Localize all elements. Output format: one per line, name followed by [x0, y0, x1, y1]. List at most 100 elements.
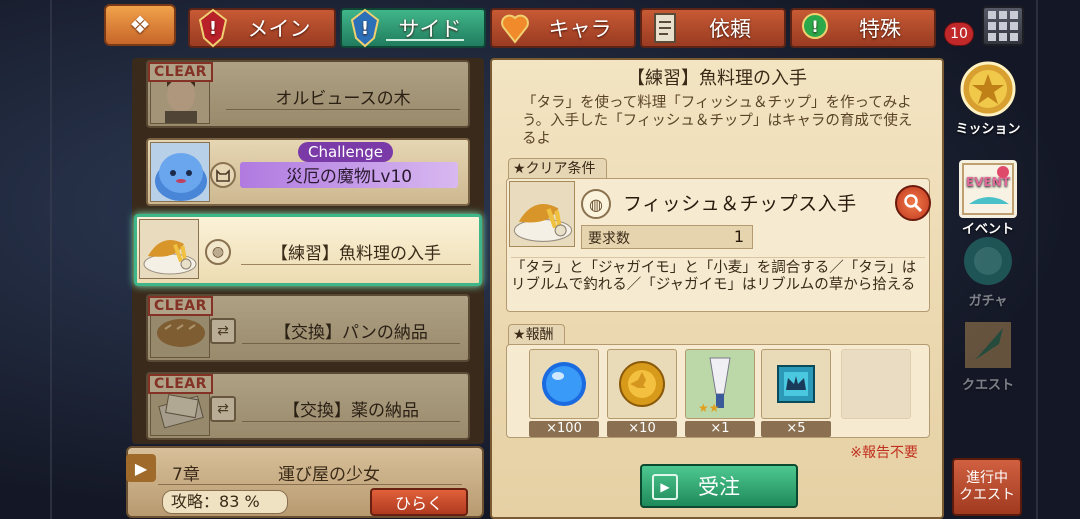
blue-orb-icon: [542, 362, 586, 406]
quill-icon: [959, 316, 1017, 374]
required-label: 要求数: [588, 231, 630, 247]
reward-item[interactable]: [761, 349, 831, 419]
ornament-arrow-icon: ❖: [129, 11, 151, 39]
reward-item[interactable]: [529, 349, 599, 419]
quest-title: 災厄の魔物Lv10: [240, 162, 458, 188]
frame-ornament-right: [1036, 0, 1076, 519]
quest-item[interactable]: CLEAR ⇄ 【交換】パンの納品: [146, 294, 470, 362]
required-value: 1: [733, 227, 744, 246]
play-arrow-icon: ▶: [126, 454, 156, 482]
quest-item[interactable]: CLEAR オルビュースの木: [146, 60, 470, 128]
quest-title: 【交換】パンの納品: [242, 318, 460, 344]
star-icon: ★: [513, 327, 526, 343]
clear-condition-label: クリア条件: [525, 161, 596, 177]
reward-box: ×100 ×10 ★★ ×1 ×5: [506, 344, 930, 438]
progress-value: 83 %: [219, 492, 260, 511]
event-button[interactable]: EVENT イベント: [950, 160, 1026, 237]
quest-title: 【練習】魚料理の入手: [241, 239, 471, 265]
detail-description: 「タラ」を使って料理「フィッシュ＆チップ」を作ってみよう。入手した「フィッシュ＆…: [522, 95, 913, 147]
play-icon: ▶: [652, 474, 678, 500]
quest-item-challenge[interactable]: Challenge 災厄の魔物Lv10: [146, 138, 470, 206]
tab-chara[interactable]: キャラ: [490, 8, 636, 48]
notification-badge: 10: [944, 22, 974, 46]
document-icon: [648, 6, 682, 50]
fish-chips-thumbnail: [139, 219, 199, 279]
divider: [158, 484, 462, 485]
detail-title: 【練習】魚料理の入手: [627, 68, 807, 89]
sidebar-label: ミッション: [955, 122, 1021, 137]
in-progress-label-line1: 進行中: [966, 470, 1008, 486]
quest-item[interactable]: CLEAR ⇄ 【交換】薬の納品: [146, 372, 470, 440]
progress-label: 攻略：: [171, 492, 220, 511]
exchange-icon: ⇄: [210, 318, 236, 344]
gacha-button[interactable]: ガチャ: [950, 232, 1026, 309]
alert-icon: !: [348, 6, 382, 50]
reward-quantity: ×100: [529, 421, 599, 437]
slime-thumbnail: [150, 142, 210, 202]
chapter-number: 7章: [172, 465, 200, 485]
tab-label: メイン: [247, 17, 311, 41]
accept-label: 受注: [698, 475, 740, 499]
reward-header: ★報酬: [508, 324, 565, 346]
star-icon: ★: [513, 161, 526, 177]
tab-request[interactable]: 依頼: [640, 8, 786, 48]
frame-ornament-left: [50, 0, 90, 519]
event-icon: EVENT: [959, 160, 1017, 218]
svg-text:!: !: [811, 17, 818, 36]
quest-title: オルビュースの木: [226, 84, 460, 110]
alert-icon: !: [798, 6, 832, 50]
in-progress-label-line2: クエスト: [959, 487, 1015, 503]
exchange-icon: ⇄: [210, 396, 236, 422]
svg-text:!: !: [361, 18, 369, 39]
quest-item-selected[interactable]: ◍ 【練習】魚料理の入手: [134, 214, 482, 286]
quest-detail-panel: 【練習】魚料理の入手 「タラ」を使って料理「フィッシュ＆チップ」を作ってみよう。…: [490, 58, 944, 519]
challenge-badge: Challenge: [298, 142, 393, 162]
tab-special[interactable]: ! 特殊: [790, 8, 936, 48]
condition-text: フィッシュ＆チップス入手: [623, 193, 857, 215]
tab-label: 依頼: [709, 17, 751, 41]
tab-label: キャラ: [548, 17, 612, 41]
crown-card-icon: [777, 365, 815, 403]
sidebar-label: ガチャ: [968, 294, 1008, 309]
reward-item[interactable]: ★★: [685, 349, 755, 419]
clear-badge: CLEAR: [148, 296, 213, 316]
chapter-name: 運び屋の少女: [278, 465, 380, 485]
reward-quantity: ×1: [685, 421, 755, 437]
tab-side[interactable]: ! サイド: [340, 8, 486, 48]
tab-main[interactable]: ! メイン: [188, 8, 336, 48]
reward-slot-empty: [841, 349, 911, 419]
chapter-footer: ▶ 7章 運び屋の少女 攻略：83 % ひらく: [126, 446, 484, 518]
open-chapter-button[interactable]: ひらく: [370, 488, 468, 516]
tab-label: 特殊: [859, 17, 901, 41]
svg-text:!: !: [209, 18, 217, 39]
feather-weapon-icon: ★★: [698, 357, 731, 414]
reward-label: 報酬: [525, 327, 554, 343]
reward-quantity: ×10: [607, 421, 677, 437]
required-count-row: 要求数 1: [581, 225, 753, 249]
reward-item[interactable]: [607, 349, 677, 419]
accept-button[interactable]: ▶ 受注: [640, 464, 798, 508]
quest-title: 【交換】薬の納品: [242, 396, 460, 422]
report-note: ※報告不要: [850, 445, 918, 461]
chapter-progress: 攻略：83 %: [162, 490, 288, 514]
active-underline: [386, 39, 464, 41]
compass-icon: ◍: [205, 239, 231, 265]
heart-icon: [498, 6, 532, 50]
menu-grid-button[interactable]: [982, 6, 1024, 46]
back-home-button[interactable]: ❖: [104, 4, 176, 46]
clear-badge: CLEAR: [148, 62, 213, 82]
clear-condition-box: ◍ フィッシュ＆チップス入手 要求数 1 「タラ」と「ジャガイモ」と「小麦」を調…: [506, 178, 931, 312]
quest-button[interactable]: クエスト: [950, 316, 1026, 393]
mission-button[interactable]: ミッション: [950, 60, 1026, 137]
reward-quantity: ×5: [761, 421, 831, 437]
gold-coin-icon: [619, 361, 665, 407]
cat-icon: [210, 162, 236, 188]
top-tab-bar: ❖ ! メイン ! サイド キャラ 依頼 ! 特殊 10: [0, 0, 1080, 56]
search-button[interactable]: [895, 185, 931, 221]
hint-text: 「タラ」と「ジャガイモ」と「小麦」を調合する／「タラ」はリブルムで釣れる／「ジャ…: [511, 257, 925, 294]
clear-badge: CLEAR: [148, 374, 213, 394]
gacha-icon: [959, 232, 1017, 290]
in-progress-quest-button[interactable]: 進行中 クエスト: [952, 458, 1022, 516]
alert-icon: !: [196, 6, 230, 50]
clear-condition-header: ★クリア条件: [508, 158, 607, 180]
